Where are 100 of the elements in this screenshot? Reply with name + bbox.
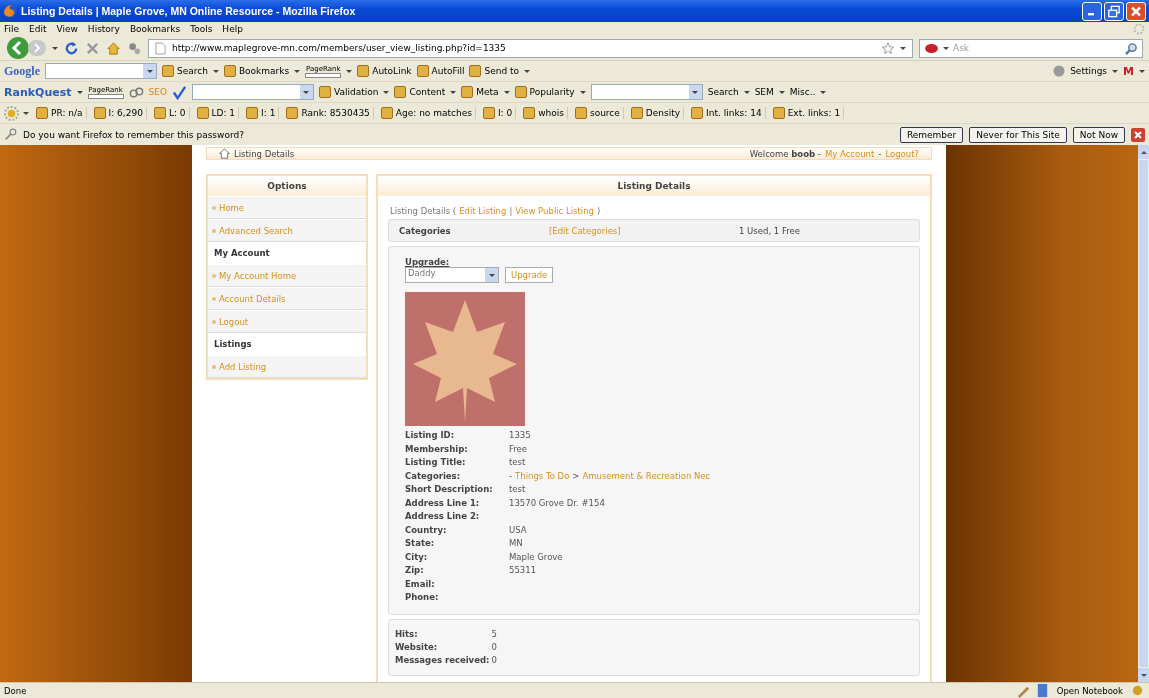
open-notebook-button[interactable]: Open Notebook (1053, 685, 1126, 696)
caret-icon[interactable] (1139, 69, 1145, 73)
close-button[interactable] (1126, 1, 1146, 21)
home-icon[interactable] (219, 148, 230, 159)
caret-icon[interactable] (820, 90, 827, 94)
toolbar-button[interactable]: Settings (1070, 66, 1108, 76)
toolbar-button[interactable]: Search (162, 65, 208, 77)
toolbar-button[interactable]: Density (627, 107, 685, 119)
keyword-combo-field[interactable] (192, 84, 314, 100)
caret-icon[interactable] (524, 69, 531, 73)
caret-icon[interactable] (346, 69, 353, 73)
square-icon (380, 107, 393, 119)
star-icon[interactable] (882, 42, 894, 54)
toolbar-button[interactable]: Search (707, 87, 739, 97)
caret-icon[interactable] (743, 90, 750, 94)
toolbar-button[interactable]: I: 6,290 (90, 107, 147, 119)
menu-item[interactable]: Tools (190, 24, 213, 34)
toolbar-button[interactable]: I: 1 (243, 107, 280, 119)
minimize-button[interactable] (1082, 1, 1102, 21)
checkmark-icon[interactable] (172, 84, 187, 100)
caret-icon[interactable] (383, 90, 390, 94)
square-icon (630, 107, 643, 119)
toolbar-button[interactable]: PR: n/a (33, 107, 87, 119)
toolbar-button[interactable]: Meta (461, 86, 499, 98)
section-heading: My Account (208, 242, 366, 264)
caret-icon[interactable] (212, 69, 219, 73)
menu-item[interactable]: File (4, 24, 20, 34)
search-combo-field[interactable] (45, 63, 157, 79)
scrollbar[interactable] (1138, 145, 1149, 682)
sphere-icon (1053, 65, 1066, 77)
caret-icon[interactable] (943, 46, 949, 50)
square-icon (482, 107, 495, 119)
dropdown-button[interactable] (485, 268, 498, 282)
back-button[interactable] (6, 36, 30, 60)
toolbar-button[interactable]: Int. links: 14 (688, 107, 766, 119)
upgrade-select[interactable]: Daddy (405, 267, 499, 283)
toolbar-button[interactable]: AutoLink (357, 65, 412, 77)
row-label: Categories (399, 225, 452, 236)
toolbar-button[interactable]: I: 0 (479, 107, 517, 119)
close-button[interactable] (1131, 127, 1145, 142)
dropdown-button[interactable] (300, 85, 313, 99)
toolbar-button[interactable]: source (571, 107, 624, 119)
toolbar-button[interactable]: Send to (469, 65, 520, 77)
field-label: Messages received: (395, 653, 490, 667)
menu-item[interactable]: Help (222, 24, 243, 34)
toolbar-button[interactable]: LD: 1 (193, 107, 240, 119)
toolbar-button[interactable]: M (1123, 64, 1134, 78)
caret-icon[interactable] (76, 90, 83, 94)
dropdown-button[interactable] (688, 85, 702, 99)
search-engine-icon[interactable] (924, 42, 939, 54)
link-separator: - (878, 148, 882, 159)
toolbar-button[interactable]: AutoFill (416, 65, 465, 77)
search-icon[interactable] (1125, 41, 1138, 55)
caret-icon[interactable] (23, 111, 29, 115)
menu-item[interactable]: Edit (29, 24, 47, 34)
scroll-thumb[interactable] (1139, 160, 1148, 667)
square-icon (162, 65, 174, 77)
field-label: City: (405, 550, 429, 563)
address-field[interactable]: http://www.maplegrove-mn.com/members/user_view_listing.php?id=1335 (148, 38, 913, 58)
dropdown-button[interactable] (143, 64, 156, 78)
caret-icon[interactable] (1112, 69, 1119, 73)
toolbar-button[interactable]: Bookmarks (223, 65, 290, 77)
caret-icon[interactable] (579, 90, 586, 94)
toolbar-button[interactable]: Ext. links: 1 (769, 107, 845, 119)
caret-icon[interactable] (450, 90, 457, 94)
menu-item[interactable]: History (87, 24, 120, 34)
toolbar-button[interactable]: L: 0 (150, 107, 190, 119)
reload-icon[interactable] (64, 40, 79, 56)
square-icon (319, 86, 331, 98)
menu-item[interactable]: Bookmarks (129, 24, 181, 34)
toolbar-button[interactable]: Age: no matches (377, 107, 476, 119)
square-icon (574, 107, 587, 119)
caret-icon[interactable] (52, 46, 58, 50)
toolbar-button[interactable]: Misc.. (789, 87, 816, 97)
toolbar-button[interactable]: Validation (319, 86, 379, 98)
square-icon (153, 107, 166, 119)
prompt-button[interactable]: Not Now (1072, 126, 1125, 143)
scroll-down-button[interactable] (1138, 668, 1149, 682)
caret-icon[interactable] (503, 90, 510, 94)
prompt-button[interactable]: Never for This Site (969, 126, 1067, 143)
window-title: Listing Details | Maple Grove, MN Online Resource - Mozilla Firefox (21, 5, 356, 17)
menu-item[interactable]: View (56, 24, 78, 34)
toolbar-button[interactable]: SEM (754, 87, 774, 97)
panel-title: Listing Details (378, 176, 930, 196)
toolbar-button[interactable]: Rank: 8530435 (283, 107, 374, 119)
toolbar-button[interactable]: Content (394, 86, 446, 98)
caret-icon[interactable] (294, 69, 301, 73)
scroll-up-button[interactable] (1138, 145, 1149, 159)
square-icon (286, 107, 299, 119)
field-label: Categories: (405, 469, 462, 482)
panel-title: Options (208, 176, 366, 196)
search-combo-field[interactable] (590, 84, 703, 100)
toolbar-button[interactable]: whois (520, 107, 568, 119)
square-icon (357, 65, 370, 77)
caret-icon[interactable] (778, 90, 785, 94)
toolbar-button[interactable]: Popularity (514, 86, 575, 98)
prompt-button[interactable]: Remember (899, 126, 964, 143)
status-text: Done (4, 685, 27, 696)
restore-button[interactable] (1104, 1, 1124, 21)
caret-icon[interactable] (900, 46, 906, 50)
